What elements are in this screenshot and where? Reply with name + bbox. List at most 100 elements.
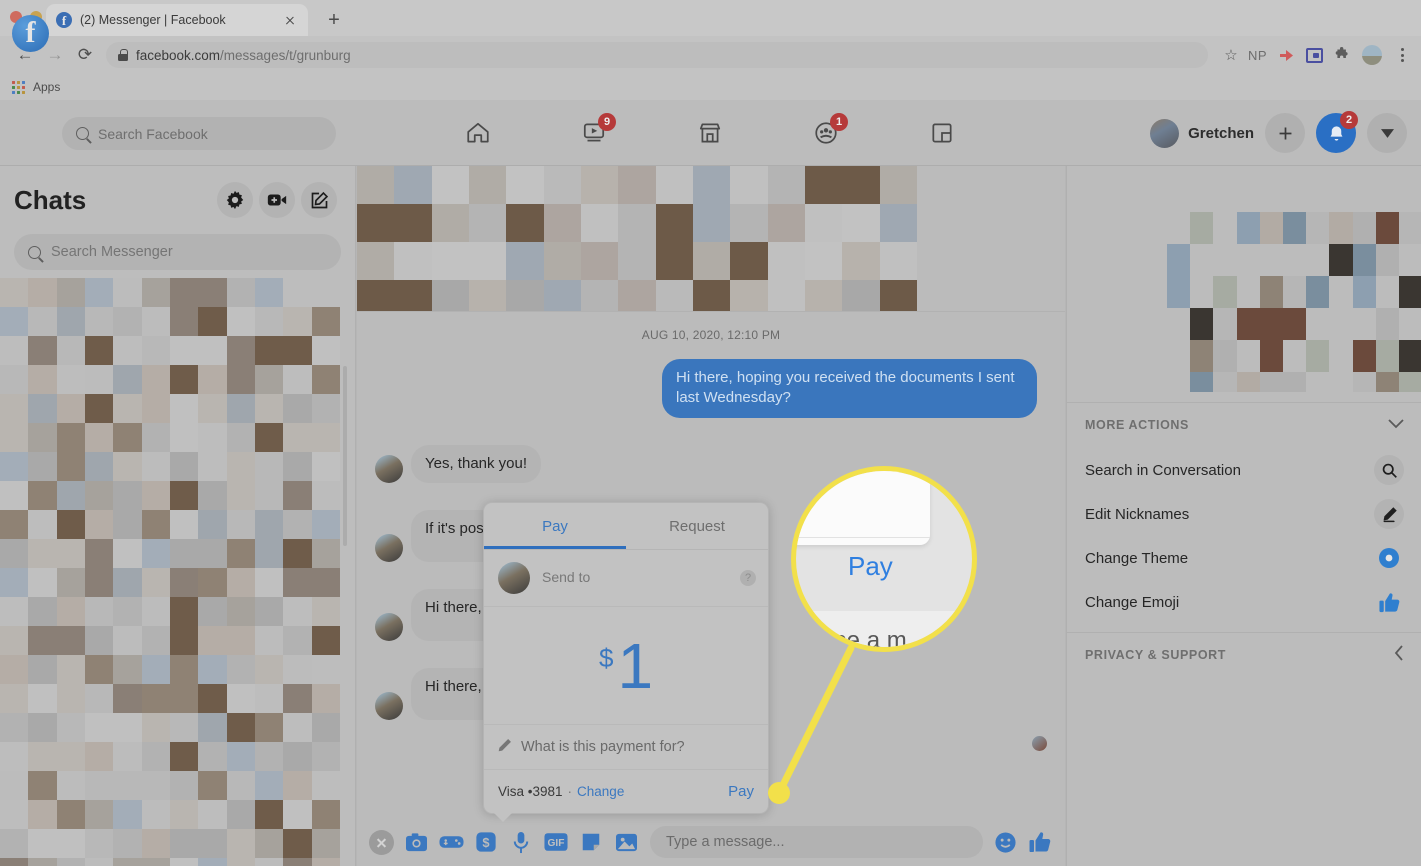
marketplace-icon[interactable]	[683, 111, 737, 155]
search-in-conversation-item[interactable]: Search in Conversation	[1067, 448, 1421, 492]
chevron-down-icon[interactable]	[1388, 416, 1404, 434]
games-icon[interactable]	[438, 829, 464, 855]
url-text: facebook.com/messages/t/grunburg	[136, 48, 351, 63]
gif-icon[interactable]: GIF	[543, 829, 569, 855]
pay-button[interactable]: Pay	[728, 783, 754, 800]
groups-icon[interactable]: 1	[799, 111, 853, 155]
item-label: Edit Nicknames	[1085, 506, 1189, 523]
bookmark-star-icon[interactable]: ☆	[1218, 42, 1244, 68]
privacy-support-header[interactable]: PRIVACY & SUPPORT	[1067, 632, 1421, 678]
edit-nicknames-item[interactable]: Edit Nicknames	[1067, 492, 1421, 536]
conversation-header	[357, 166, 1065, 312]
payment-note-placeholder: What is this payment for?	[521, 739, 685, 755]
red-arrow-extension-icon[interactable]	[1278, 47, 1295, 64]
compose-icon[interactable]	[301, 182, 337, 218]
message-input[interactable]: Type a message...	[650, 826, 983, 858]
color-circle-icon[interactable]	[1374, 543, 1404, 573]
pencil-icon[interactable]	[1374, 499, 1404, 529]
separator: ·	[568, 784, 573, 799]
sticker-icon[interactable]	[578, 829, 604, 855]
avatar	[375, 534, 403, 562]
svg-text:GIF: GIF	[548, 838, 565, 849]
gaming-icon[interactable]	[915, 111, 969, 155]
reload-icon[interactable]: ⟳	[70, 40, 100, 70]
chats-header: Chats	[0, 166, 355, 222]
cast-icon[interactable]	[1306, 48, 1323, 63]
browser-tab[interactable]: f (2) Messenger | Facebook	[46, 4, 308, 36]
day-separator: AUG 10, 2020, 12:10 PM	[357, 312, 1065, 354]
new-tab-button[interactable]: +	[322, 9, 346, 33]
chevron-left-icon[interactable]	[1394, 645, 1404, 666]
puzzle-extensions-icon[interactable]	[1334, 47, 1351, 64]
close-icon[interactable]	[282, 12, 298, 28]
browser-toolbar: ← → ⟳ facebook.com/messages/t/grunburg ☆…	[0, 36, 1421, 74]
camera-icon[interactable]	[403, 829, 429, 855]
video-add-icon[interactable]	[259, 182, 295, 218]
search-icon[interactable]	[1374, 455, 1404, 485]
search-messenger-input[interactable]: Search Messenger	[14, 234, 341, 270]
profile-photo-censored	[1067, 212, 1421, 392]
payment-tabs: Pay Request	[484, 503, 768, 550]
payment-note-input[interactable]: What is this payment for?	[484, 724, 768, 769]
groups-badge: 1	[830, 113, 848, 131]
payment-dollar-icon[interactable]: $	[473, 829, 499, 855]
account-menu-button[interactable]	[1367, 113, 1407, 153]
zoomed-dialog-card	[791, 466, 930, 545]
help-icon[interactable]: ?	[740, 570, 756, 586]
tab-pay[interactable]: Pay	[484, 503, 626, 549]
address-bar[interactable]: facebook.com/messages/t/grunburg	[106, 42, 1208, 68]
svg-text:$: $	[482, 835, 489, 850]
watch-icon[interactable]: 9	[567, 111, 621, 155]
sidebar-scrollbar[interactable]	[343, 366, 347, 546]
change-emoji-item[interactable]: Change Emoji	[1067, 580, 1421, 624]
message-bubble-incoming[interactable]: Yes, thank you!	[411, 445, 541, 483]
kebab-menu-icon[interactable]	[1393, 48, 1411, 62]
photo-icon[interactable]	[613, 829, 639, 855]
browser-extensions: NP	[1244, 45, 1411, 65]
avatar	[375, 613, 403, 641]
change-theme-item[interactable]: Change Theme	[1067, 536, 1421, 580]
profile-button[interactable]: Gretchen	[1150, 119, 1254, 148]
conversation-details-panel: MORE ACTIONS Search in Conversation Edit…	[1066, 166, 1421, 866]
change-card-link[interactable]: Change	[577, 784, 624, 799]
home-icon[interactable]	[451, 111, 505, 155]
thumbs-up-icon[interactable]	[1374, 587, 1404, 617]
close-icon[interactable]	[369, 830, 394, 855]
facebook-nav-center: 9 1	[420, 100, 1000, 166]
search-facebook-input[interactable]: Search Facebook	[62, 117, 336, 150]
item-label: Change Theme	[1085, 550, 1188, 567]
privacy-support-section: PRIVACY & SUPPORT	[1067, 632, 1421, 678]
apps-grid-icon[interactable]	[12, 81, 25, 94]
avatar	[375, 455, 403, 483]
chat-list-censored[interactable]	[0, 278, 340, 866]
amount-value: 1	[617, 634, 653, 698]
privacy-support-title: PRIVACY & SUPPORT	[1085, 648, 1226, 662]
payment-footer: Visa •3981 · Change Pay	[484, 769, 768, 813]
thumbs-up-icon[interactable]	[1027, 829, 1053, 855]
tab-request[interactable]: Request	[626, 503, 768, 549]
more-actions-header[interactable]: MORE ACTIONS	[1067, 402, 1421, 448]
message-bubble-outgoing[interactable]: Hi there, hoping you received the docume…	[662, 359, 1037, 418]
search-facebook-placeholder: Search Facebook	[98, 126, 208, 142]
message-composer: $ GIF Type a message...	[357, 818, 1065, 866]
amount-field[interactable]: $ 1	[484, 607, 768, 724]
message-seen-avatar	[1032, 736, 1047, 751]
watch-badge: 9	[598, 113, 616, 131]
notifications-button[interactable]: 2	[1316, 113, 1356, 153]
facebook-logo[interactable]: f	[12, 15, 49, 52]
browser-avatar[interactable]	[1362, 45, 1382, 65]
tab-title: (2) Messenger | Facebook	[80, 13, 274, 27]
gear-icon[interactable]	[217, 182, 253, 218]
send-to-row[interactable]: Send to ?	[484, 550, 768, 607]
zoom-callout-content: Pay Type a m	[791, 466, 977, 652]
create-button[interactable]	[1265, 113, 1305, 153]
emoji-icon[interactable]	[992, 829, 1018, 855]
dialog-caret	[494, 813, 512, 822]
payment-dialog[interactable]: Pay Request Send to ? $ 1 What is this p…	[483, 502, 769, 814]
lock-icon	[118, 49, 128, 61]
search-icon	[76, 127, 89, 140]
np-profile-icon[interactable]: NP	[1248, 48, 1267, 63]
facebook-nav-right: Gretchen 2	[1150, 100, 1407, 166]
bookmark-apps-label[interactable]: Apps	[33, 80, 60, 94]
microphone-icon[interactable]	[508, 829, 534, 855]
